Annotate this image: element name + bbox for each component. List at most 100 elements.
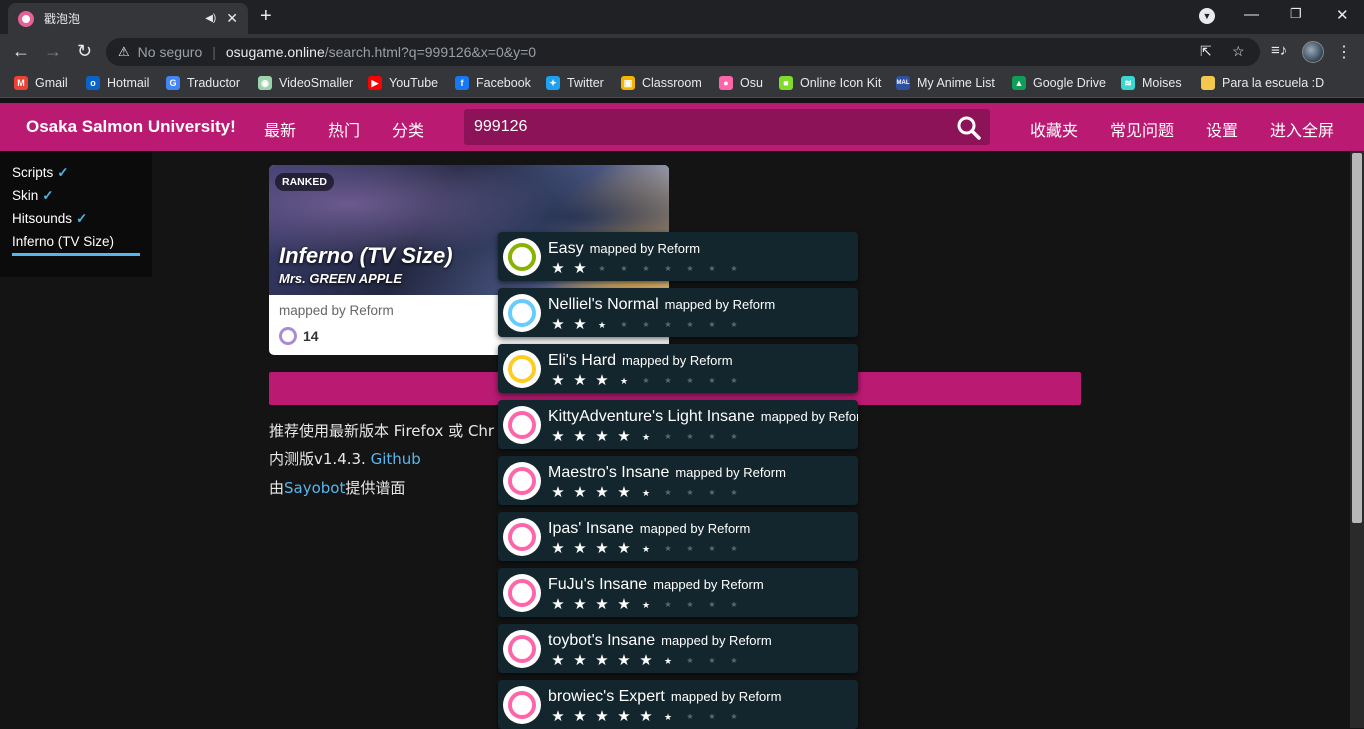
difficulty-ring-icon [503,630,541,668]
star-rating: ★ ★ ★ ★ ★ ★ ★ ★ ★ [547,597,745,613]
sayobot-link[interactable]: Sayobot [284,479,345,497]
bookmark-gmail[interactable]: M Gmail [14,76,68,90]
bookmark-google-drive[interactable]: ▲ Google Drive [1012,76,1106,90]
star-icon: ★ [551,372,565,389]
bookmark-osu[interactable]: ● Osu [719,76,763,90]
difficulty-mapper: mapped by Reform [675,465,786,480]
difficulty-item[interactable]: Eli's Hard mapped by Reform ★ ★ ★ ★ ★ ★ ★ ★ ★ [498,344,858,393]
sidepanel-item-hitsounds[interactable]: Hitsounds ✓ [12,211,140,234]
sidepanel-item-label: Inferno (TV Size) [12,234,115,249]
difficulty-ring-icon [503,238,541,276]
difficulty-item[interactable]: browiec's Expert mapped by Reform ★ ★ ★ ★ ★ ★ ★ ★… [498,680,858,729]
star-icon: ★ [551,708,565,725]
back-arrow-icon[interactable]: ← [12,41,30,61]
star-rating: ★ ★ ★ ★ ★ ★ ★ ★ ★ [547,261,745,277]
difficulty-count: 14 [279,327,319,345]
star-icon: ★ [598,264,606,273]
difficulty-ring-icon [503,294,541,332]
new-tab-button[interactable]: + [260,6,272,26]
star-icon: ★ [617,596,631,613]
star-icon: ★ [641,488,651,498]
bookmark-youtube[interactable]: ▶ YouTube [368,76,438,90]
page-scrollbar[interactable] [1350,151,1364,728]
nav-categories[interactable]: 分类 [392,117,424,141]
bookmark-traductor[interactable]: G Traductor [166,76,240,90]
difficulty-ring-inner [508,691,536,719]
security-label[interactable]: No seguro [138,44,203,60]
star-icon: ★ [573,596,587,613]
bookmark-classroom[interactable]: ▣ Classroom [621,76,702,90]
difficulty-mapper: mapped by Reform [760,409,858,424]
bookmark-moises[interactable]: ≋ Moises [1121,76,1182,90]
address-bar[interactable]: ⚠ No seguro | osugame.online /search.htm… [106,38,1260,66]
source-prefix: 由 [269,479,285,497]
nav-favorites[interactable]: 收藏夹 [1030,117,1078,141]
minimize-icon[interactable]: — [1244,6,1259,23]
difficulty-item[interactable]: FuJu's Insane mapped by Reform ★ ★ ★ ★ ★ ★ ★ ★ ★ [498,568,858,617]
difficulty-item[interactable]: Ipas' Insane mapped by Reform ★ ★ ★ ★ ★ ★ ★ ★ ★ [498,512,858,561]
sidepanel-item-skin[interactable]: Skin ✓ [12,188,140,211]
media-control-icon[interactable]: ≡♪ [1271,42,1287,59]
close-window-icon[interactable]: ✕ [1336,6,1349,24]
osu-mode-icon [279,327,297,345]
bookmark-my-anime-list[interactable]: MAL My Anime List [896,76,995,90]
scrollbar-thumb[interactable] [1352,153,1362,523]
difficulty-item[interactable]: KittyAdventure's Light Insane mapped by R… [498,400,858,449]
bookmark-online-icon-kit[interactable]: ■ Online Icon Kit [779,76,881,90]
github-link[interactable]: Github [371,450,421,468]
reload-icon[interactable]: ↻ [77,41,92,61]
bookmark-twitter[interactable]: ✦ Twitter [546,76,604,90]
nav-settings[interactable]: 设置 [1206,117,1238,141]
warning-icon[interactable]: ⚠ [118,44,130,60]
star-icon: ★ [551,652,565,669]
profile-dropdown-icon[interactable]: ▼ [1199,8,1215,24]
nav-faq[interactable]: 常见问题 [1110,117,1174,141]
star-icon: ★ [686,320,694,329]
search-icon[interactable] [956,115,982,141]
nav-latest[interactable]: 最新 [264,117,296,141]
difficulty-title: toybot's Insane [548,632,656,649]
bookmark-label: Traductor [187,76,241,90]
nav-popular[interactable]: 热门 [328,117,360,141]
close-tab-icon[interactable]: ✕ [226,10,238,27]
search-input[interactable]: 999126 [464,109,990,145]
difficulty-ring-icon [503,518,541,556]
kebab-menu-icon[interactable]: ⋮ [1336,42,1352,62]
difficulty-name: FuJu's Insane mapped by Reform [548,576,764,594]
bookmark-para-la-escuela-d[interactable]: Para la escuela :D [1201,76,1324,90]
nav-fullscreen[interactable]: 进入全屏 [1270,117,1334,141]
star-icon: ★ [573,652,587,669]
difficulty-item[interactable]: toybot's Insane mapped by Reform ★ ★ ★ ★ ★ ★ ★ ★ ★ [498,624,858,673]
difficulty-mapper: mapped by Reform [653,577,764,592]
star-icon: ★ [686,656,694,665]
difficulty-name: Maestro's Insane mapped by Reform [548,464,786,482]
maximize-icon[interactable]: ❐ [1290,6,1302,22]
browser-tab[interactable]: 戳泡泡 ◀) ✕ [8,3,248,34]
star-icon: ★ [664,320,672,329]
sidepanel-item-current-map[interactable]: Inferno (TV Size) [12,234,140,256]
speaker-icon[interactable]: ◀) [205,13,216,24]
star-icon: ★ [551,316,565,333]
sidepanel-item-scripts[interactable]: Scripts ✓ [12,165,140,188]
site-brand[interactable]: Osaka Salmon University! [26,117,236,137]
avatar[interactable] [1302,41,1324,63]
bookmark-label: Online Icon Kit [800,76,882,90]
bookmark-star-icon[interactable]: ☆ [1232,43,1245,60]
star-icon: ★ [686,712,694,721]
forward-arrow-icon[interactable]: → [44,41,62,61]
bookmark-videosmaller[interactable]: ◉ VideoSmaller [258,76,353,90]
difficulty-ring-icon [503,686,541,724]
difficulty-title: Nelliel's Normal [548,296,659,313]
difficulty-item[interactable]: Easy mapped by Reform ★ ★ ★ ★ ★ ★ ★ ★ ★ [498,232,858,281]
difficulty-mapper: mapped by Reform [661,633,772,648]
star-icon: ★ [639,652,653,669]
difficulty-item[interactable]: Maestro's Insane mapped by Reform ★ ★ ★ ★ ★ ★ ★ ★… [498,456,858,505]
bookmark-hotmail[interactable]: o Hotmail [86,76,149,90]
videosmaller-icon: ◉ [258,76,272,90]
difficulty-item[interactable]: Nelliel's Normal mapped by Reform ★ ★ ★ ★ ★ ★ ★ ★… [498,288,858,337]
star-icon: ★ [551,260,565,277]
star-icon: ★ [730,544,738,553]
difficulty-name: Easy mapped by Reform [548,240,700,258]
bookmark-facebook[interactable]: f Facebook [455,76,531,90]
open-external-icon[interactable]: ⇱ [1200,43,1212,60]
